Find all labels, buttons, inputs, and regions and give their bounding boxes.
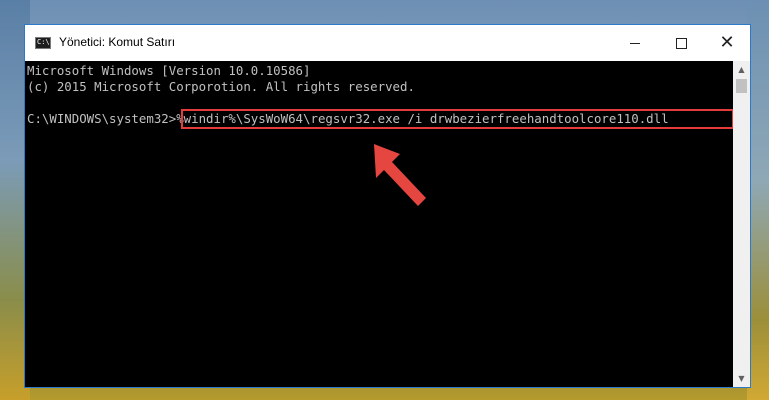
chevron-down-icon: ▼ (738, 374, 745, 383)
maximize-icon (675, 37, 687, 49)
minimize-button[interactable] (612, 25, 658, 61)
minimize-icon (630, 42, 640, 44)
console-output[interactable]: Microsoft Windows [Version 10.0.10586] (… (25, 61, 734, 387)
command-highlight-box (181, 109, 734, 129)
title-bar[interactable]: C:\ Yönetici: Komut Satırı ✕ (25, 25, 750, 61)
vertical-scrollbar[interactable]: ▲ ▼ (733, 61, 750, 387)
console-prompt: C:\WINDOWS\system32> (27, 111, 177, 126)
close-icon: ✕ (719, 32, 735, 53)
scroll-up-button[interactable]: ▲ (733, 61, 750, 78)
close-button[interactable]: ✕ (704, 25, 750, 61)
console-line-copyright: (c) 2015 Microsoft Corporotion. All righ… (27, 79, 415, 94)
console-line-version: Microsoft Windows [Version 10.0.10586] (27, 63, 311, 78)
red-arrow-icon (374, 144, 426, 206)
maximize-button[interactable] (658, 25, 704, 61)
chevron-up-icon: ▲ (738, 65, 745, 74)
scrollbar-thumb[interactable] (736, 79, 747, 93)
scroll-down-button[interactable]: ▼ (733, 370, 750, 387)
cmd-icon: C:\ (35, 37, 51, 49)
window-title: Yönetici: Komut Satırı (59, 35, 176, 49)
